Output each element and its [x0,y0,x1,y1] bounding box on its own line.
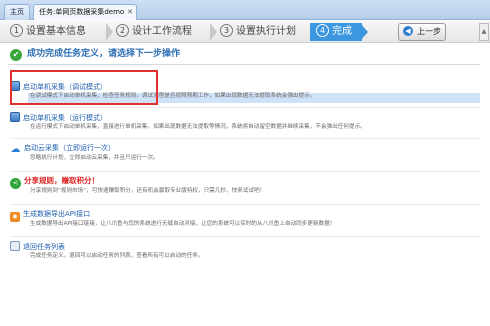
option-description: 生成数据导出API接口链接，让八爪鱼与您的系统进行无缝自动对接，让您的系统可以实… [30,221,336,227]
divider [10,171,480,172]
step-number-2: 2 [116,24,129,37]
tab-home[interactable]: 主页 [4,4,30,20]
option-title[interactable]: 退回任务列表 [10,241,65,251]
previous-step-label: 上一步 [417,27,441,36]
step-label: 设置执行计划 [236,26,296,37]
option-description: 分享规则到“规则市场”，可快速赚取积分，还有机会赢取专业版特权，只需几秒，快来试… [30,188,266,194]
cloud-icon: ☁ [10,144,21,155]
step-number-4: 4 [316,24,329,37]
option-description: 忽略执行计划，立即启动云采集，并且只运行一次。 [30,155,159,161]
tab-task[interactable]: 任务:单网页数据采集demo ✕ [33,4,137,20]
divider [10,204,480,205]
option-title[interactable]: ☁ 启动云采集（立即运行一次） [10,143,116,155]
rss-icon: ◉ [10,212,20,222]
step-separator [210,23,217,41]
step-label: 完成 [332,26,352,37]
scroll-up-button[interactable]: ▲ [479,23,489,41]
step-label: 设计工作流程 [132,26,192,37]
option-title-text: 分享规则，赚取积分！ [24,176,99,185]
option-title-text: 启动单机采集（运行模式） [23,114,107,122]
share-icon: < [10,178,21,189]
divider [10,107,480,108]
divider [10,138,480,139]
option-description: 在运行模式下启动单机采集，直接进行单机采集，如果出现数据无法提取等情况，系统将自… [30,124,366,130]
step-finish[interactable]: 4 完成 [310,23,362,41]
annotation-box [10,70,158,105]
wizard-step-bar: 1 设置基本信息 2 设计工作流程 3 设置执行计划 4 完成 ◀ 上一步 ▲ [0,21,490,43]
success-message-text: 成功完成任务定义，请选择下一步操作 [27,49,181,59]
tab-task-label: 任务:单网页数据采集demo [39,8,125,16]
divider [10,236,480,237]
left-arrow-icon: ◀ [403,26,413,36]
step-label: 设置基本信息 [26,26,86,37]
step-workflow[interactable]: 2 设计工作流程 [116,23,192,41]
step-separator [106,23,113,41]
option-title-text: 启动云采集（立即运行一次） [24,144,115,152]
option-title-text: 退回任务列表 [23,243,65,251]
step-schedule[interactable]: 3 设置执行计划 [220,23,296,41]
step-active-arrow [360,23,368,41]
check-icon: ✔ [10,49,22,61]
step-basic-info[interactable]: 1 设置基本信息 [10,23,86,41]
close-icon[interactable]: ✕ [127,5,133,20]
option-description: 完成任务定义，退回可以启动任务的列表，查看所有可以启动的任务。 [30,253,204,259]
step-number-1: 1 [10,24,23,37]
step-number-3: 3 [220,24,233,37]
list-icon [10,241,20,251]
option-title[interactable]: 启动单机采集（运行模式） [10,112,107,122]
option-title[interactable]: ◉ 生成数据导出API接口 [10,209,91,222]
computer-icon [10,112,20,122]
option-title[interactable]: < 分享规则，赚取积分！ [10,176,99,189]
option-title-text: 生成数据导出API接口 [23,210,91,218]
success-message: ✔ 成功完成任务定义，请选择下一步操作 [10,47,180,61]
divider [8,64,480,65]
tab-bar: 主页 任务:单网页数据采集demo ✕ [0,0,490,20]
previous-step-button[interactable]: ◀ 上一步 [398,23,446,41]
